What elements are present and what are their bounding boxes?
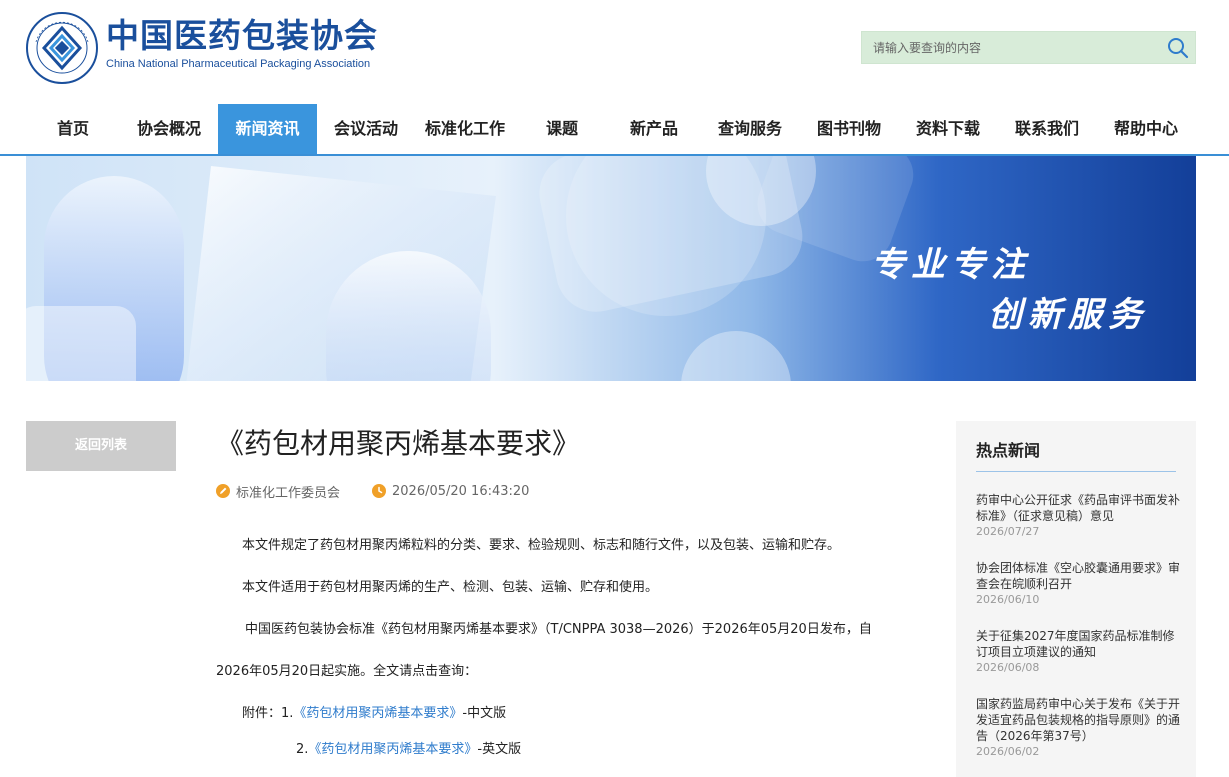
banner-graphic: 专业专注 创新服务 xyxy=(26,156,1196,381)
search-box xyxy=(861,31,1196,64)
nav-item-news[interactable]: 新闻资讯 xyxy=(218,104,317,154)
org-name-cn[interactable]: 中国医药包装协会 xyxy=(106,16,378,56)
article-paragraph-3-line2: 2026年05月20日起实施。全文请点击查询： xyxy=(216,664,478,679)
nav-item-publications[interactable]: 图书刊物 xyxy=(807,104,891,154)
article-source: 标准化工作委员会 xyxy=(216,482,341,501)
article-paragraph-1: 本文件规定了药包材用聚丙烯粒料的分类、要求、检验规则、标志和随行文件，以及包装、… xyxy=(242,538,841,553)
hot-news-item-date: 2026/07/27 xyxy=(976,525,1040,538)
association-logo-icon[interactable] xyxy=(26,12,98,84)
hot-news-item[interactable]: 国家药监局药审中心关于发布《关于开发适宜药品包装规格的指导原则》的通告（2026… xyxy=(976,696,1181,759)
attachment-2-prefix: 2. xyxy=(296,742,309,757)
hero-banner: 专业专注 创新服务 xyxy=(26,156,1196,381)
pencil-icon xyxy=(216,484,230,498)
hot-news-item-title[interactable]: 协会团体标准《空心胶囊通用要求》审查会在皖顺利召开 xyxy=(976,560,1181,592)
banner-slogan-line1: 专业专注 xyxy=(871,245,1031,285)
attachment-1-link[interactable]: 《药包材用聚丙烯基本要求》 xyxy=(293,706,462,721)
search-icon[interactable] xyxy=(1167,37,1189,59)
search-input[interactable] xyxy=(862,32,1162,63)
back-to-list-button[interactable]: 返回列表 xyxy=(26,421,176,471)
nav-item-query[interactable]: 查询服务 xyxy=(708,104,792,154)
hot-news-item-date: 2026/06/10 xyxy=(976,593,1040,606)
nav-item-about[interactable]: 协会概况 xyxy=(128,104,210,154)
nav-item-standards[interactable]: 标准化工作 xyxy=(416,104,514,154)
attachment-row-1: 附件：1.《药包材用聚丙烯基本要求》-中文版 xyxy=(242,702,506,721)
attachment-2-suffix: -英文版 xyxy=(477,742,522,757)
hot-news-panel: 热点新闻 药审中心公开征求《药品审评书面发补标准》（征求意见稿）意见 2026/… xyxy=(956,421,1196,777)
hot-news-item-title[interactable]: 国家药监局药审中心关于发布《关于开发适宜药品包装规格的指导原则》的通告（2026… xyxy=(976,696,1181,744)
hot-news-title: 热点新闻 xyxy=(976,441,1041,460)
article-paragraph-2: 本文件适用于药包材用聚丙烯的生产、检测、包装、运输、贮存和使用。 xyxy=(242,580,659,595)
attachment-row-2: 2.《药包材用聚丙烯基本要求》-英文版 xyxy=(296,738,521,757)
hot-news-item-title[interactable]: 关于征集2027年度国家药品标准制修订项目立项建议的通知 xyxy=(976,628,1181,660)
article-source-text: 标准化工作委员会 xyxy=(236,485,341,501)
nav-item-contact[interactable]: 联系我们 xyxy=(1005,104,1089,154)
nav-item-downloads[interactable]: 资料下载 xyxy=(906,104,990,154)
clock-icon xyxy=(372,484,386,498)
attachment-1-suffix: -中文版 xyxy=(462,706,507,721)
article-datetime: 2026/05/20 16:43:20 xyxy=(372,482,529,500)
attachment-1-prefix: 附件：1. xyxy=(242,706,294,721)
hot-news-item-title[interactable]: 药审中心公开征求《药品审评书面发补标准》（征求意见稿）意见 xyxy=(976,492,1181,524)
org-name-en: China National Pharmaceutical Packaging … xyxy=(106,58,371,70)
hot-news-item[interactable]: 关于征集2027年度国家药品标准制修订项目立项建议的通知 2026/06/08 xyxy=(976,628,1181,675)
hot-news-item[interactable]: 药审中心公开征求《药品审评书面发补标准》（征求意见稿）意见 2026/07/27 xyxy=(976,492,1181,539)
nav-item-topics[interactable]: 课题 xyxy=(530,104,594,154)
article-paragraph-3-line1: 中国医药包装协会标准《药包材用聚丙烯基本要求》（T/CNPPA 3038—202… xyxy=(245,622,872,637)
hot-news-item[interactable]: 协会团体标准《空心胶囊通用要求》审查会在皖顺利召开 2026/06/10 xyxy=(976,560,1181,607)
nav-item-meetings[interactable]: 会议活动 xyxy=(325,104,407,154)
hot-news-divider xyxy=(976,471,1176,472)
nav-item-home[interactable]: 首页 xyxy=(40,104,106,154)
main-nav: 首页 协会概况 新闻资讯 会议活动 标准化工作 课题 新产品 查询服务 图书刊物… xyxy=(0,104,1229,156)
attachment-2-link[interactable]: 《药包材用聚丙烯基本要求》 xyxy=(308,742,477,757)
hot-news-item-date: 2026/06/02 xyxy=(976,745,1040,758)
hot-news-item-date: 2026/06/08 xyxy=(976,661,1040,674)
article-datetime-text: 2026/05/20 16:43:20 xyxy=(392,483,530,499)
banner-slogan-line2: 创新服务 xyxy=(988,295,1148,335)
nav-item-new-products[interactable]: 新产品 xyxy=(618,104,690,154)
site-header: 中国医药包装协会 China National Pharmaceutical P… xyxy=(0,0,1229,104)
article-title: 《药包材用聚丙烯基本要求》 xyxy=(216,427,581,460)
nav-item-help[interactable]: 帮助中心 xyxy=(1104,104,1188,154)
